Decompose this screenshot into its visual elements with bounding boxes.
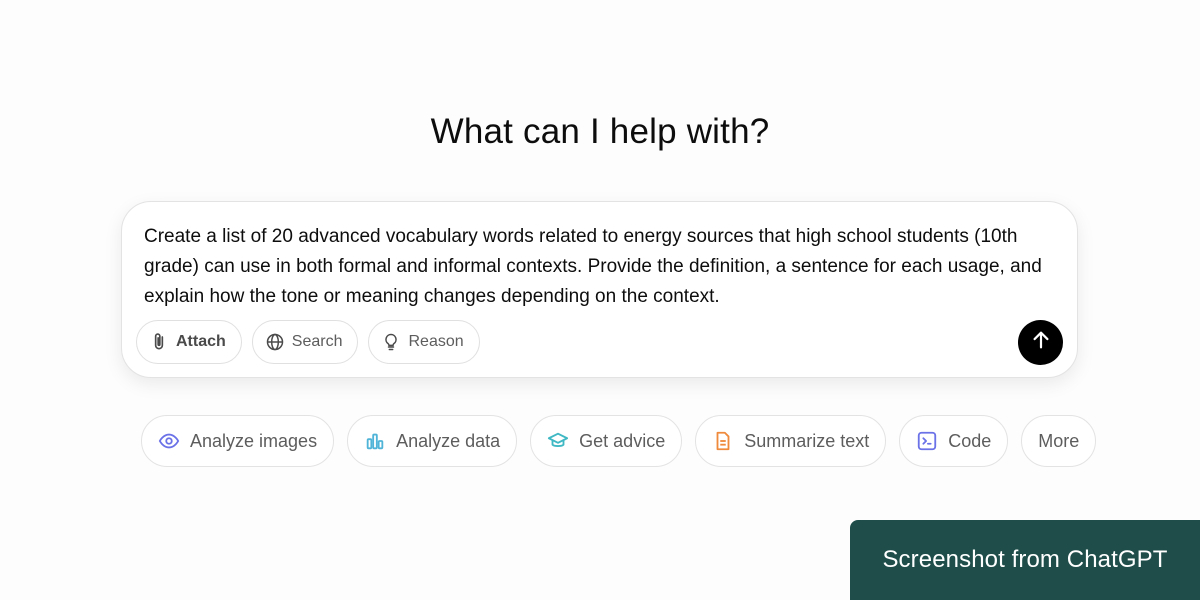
globe-icon [265,332,285,352]
screenshot-caption: Screenshot from ChatGPT [850,520,1200,600]
bar-chart-icon [364,430,386,452]
chip-label: More [1038,430,1080,451]
terminal-icon [916,430,938,452]
chip-label: Analyze images [190,430,318,451]
page-title: What can I help with? [430,112,770,151]
paperclip-icon [149,332,169,352]
eye-icon [158,430,180,452]
reason-button[interactable]: Reason [368,320,480,364]
analyze-data-chip[interactable]: Analyze data [347,415,518,467]
analyze-images-chip[interactable]: Analyze images [141,415,335,467]
suggestion-chips: Analyze images Analyze data Get advice S… [141,415,1097,467]
chip-label: Get advice [579,430,666,451]
chip-label: Analyze data [396,430,501,451]
search-button[interactable]: Search [251,320,359,364]
chip-label: Code [948,430,992,451]
arrow-up-icon [1030,329,1052,356]
document-icon [712,430,734,452]
search-label: Search [291,333,343,350]
prompt-input[interactable]: Create a list of 20 advanced vocabulary … [144,222,1064,312]
chip-label: Summarize text [744,430,870,451]
more-chip[interactable]: More [1021,415,1097,467]
get-advice-chip[interactable]: Get advice [530,415,683,467]
reason-label: Reason [408,333,464,350]
attach-button[interactable]: Attach [136,320,242,364]
lightbulb-icon [381,332,401,352]
graduation-cap-icon [547,430,569,452]
summarize-text-chip[interactable]: Summarize text [695,415,887,467]
chat-home-page: What can I help with? Create a list of 2… [0,0,1200,600]
attach-label: Attach [176,333,226,350]
send-button[interactable] [1018,320,1063,365]
composer-toolbar: Attach Search Reason [136,320,480,364]
prompt-composer[interactable]: Create a list of 20 advanced vocabulary … [121,201,1078,378]
code-chip[interactable]: Code [899,415,1009,467]
